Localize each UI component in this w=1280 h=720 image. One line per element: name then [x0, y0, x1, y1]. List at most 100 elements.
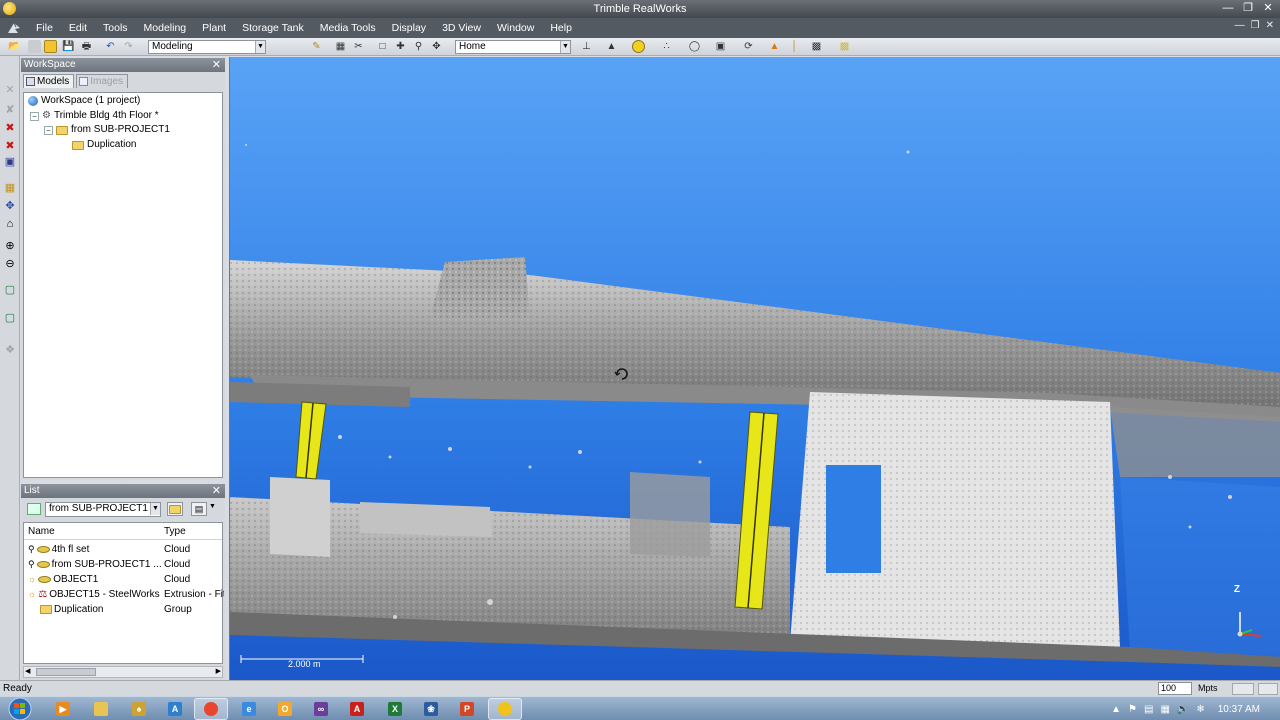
rotate-icon[interactable]: ⟳	[742, 40, 755, 53]
show-hidden-icons[interactable]: ▲	[1111, 704, 1121, 715]
move-icon[interactable]: ✥	[3, 200, 17, 213]
close-icon[interactable]: ✕	[212, 58, 221, 72]
menu-display[interactable]: Display	[384, 18, 434, 38]
network-icon[interactable]: ▦	[1160, 704, 1169, 715]
render-icon[interactable]: ▩	[810, 40, 823, 53]
taskbar-realworks[interactable]	[488, 698, 522, 720]
delete-icon[interactable]: ✖	[3, 122, 17, 135]
taskbar-chrome[interactable]	[194, 698, 228, 720]
color-icon[interactable]: ▩	[838, 40, 851, 53]
hidden-icon[interactable]: ☼	[28, 572, 36, 587]
list-row[interactable]: ⚲ 4th fl set Cloud	[24, 542, 222, 557]
scroll-left-icon[interactable]: ◀	[25, 667, 30, 675]
projection-icon[interactable]: ▲	[605, 40, 618, 53]
resize-grip-icon[interactable]	[1258, 683, 1278, 695]
mdi-restore-button[interactable]: ❐	[1251, 20, 1260, 31]
maximize-button[interactable]: ❐	[1240, 1, 1256, 15]
home-view-icon[interactable]: ⌂	[3, 218, 17, 231]
bluetooth-icon[interactable]: ❄	[1196, 704, 1204, 715]
warning-icon[interactable]: ▲	[768, 40, 781, 53]
print-icon[interactable]: 🖶	[80, 40, 93, 53]
delete-all-icon[interactable]: ✖	[3, 140, 17, 153]
measure-icon[interactable]: ✎	[310, 40, 323, 53]
taskbar-powerpoint[interactable]: P	[450, 698, 484, 720]
segment-icon[interactable]: ▦	[334, 40, 347, 53]
taskbar-explorer[interactable]	[84, 698, 118, 720]
collapse-icon[interactable]: −	[30, 111, 39, 121]
app-logo-icon[interactable]	[0, 18, 28, 38]
mode-select[interactable]: Modeling ▼	[148, 40, 266, 54]
menu-tools[interactable]: Tools	[95, 18, 136, 38]
scroll-right-icon[interactable]: ▶	[216, 667, 221, 675]
list-row[interactable]: ☼ ⚖ OBJECT15 - SteelWorks Extrusion - Fitt	[24, 587, 224, 602]
orbit-icon[interactable]: ◯	[688, 40, 701, 53]
open-icon[interactable]: 📂	[8, 40, 21, 53]
start-button[interactable]	[6, 697, 36, 720]
tree-node-subproject[interactable]: − from SUB-PROJECT1	[44, 123, 170, 137]
taskbar-ie[interactable]: e	[232, 698, 266, 720]
menu-plant[interactable]: Plant	[194, 18, 234, 38]
zoom-region-icon[interactable]: ⚲	[412, 40, 425, 53]
list-row[interactable]: ⚲ from SUB-PROJECT1 ... Cloud	[24, 557, 222, 572]
taskbar-acrobat[interactable]: A	[340, 698, 374, 720]
taskbar-excel[interactable]: X	[378, 698, 412, 720]
menu-media-tools[interactable]: Media Tools	[312, 18, 384, 38]
tab-images[interactable]: Images	[76, 74, 129, 88]
menu-3d-view[interactable]: 3D View	[434, 18, 489, 38]
volume-icon[interactable]: 🔈	[1177, 704, 1189, 715]
list-filter-select[interactable]: from SUB-PROJECT1 ▼	[45, 502, 161, 517]
display-icon[interactable]: ▤	[1144, 704, 1153, 715]
menu-file[interactable]: File	[28, 18, 61, 38]
taskbar-vs[interactable]: ∞	[304, 698, 338, 720]
hidden-icon[interactable]: ☼	[28, 587, 36, 602]
cut-icon[interactable]: ✂	[352, 40, 365, 53]
menu-window[interactable]: Window	[489, 18, 542, 38]
zoom-extents-icon[interactable]: ▣	[3, 156, 17, 169]
taskbar-outlook[interactable]: O	[268, 698, 302, 720]
marker-icon[interactable]: │	[788, 40, 801, 53]
light-icon[interactable]	[632, 40, 645, 53]
box-section-icon[interactable]: ▢	[3, 312, 17, 325]
save-icon[interactable]: 💾	[62, 40, 75, 53]
undo-icon[interactable]: ↶	[104, 40, 117, 53]
column-type-header[interactable]: Type	[164, 526, 186, 537]
points-icon[interactable]: ∴	[660, 40, 673, 53]
pan-icon[interactable]: ✥	[430, 40, 443, 53]
close-icon[interactable]: ✕	[212, 484, 221, 498]
display-icon[interactable]: ▣	[714, 40, 727, 53]
pick-icon[interactable]: ✚	[394, 40, 407, 53]
clock[interactable]: 10:37 AM	[1218, 704, 1260, 715]
list-row[interactable]: Duplication Group	[24, 602, 222, 617]
mdi-close-button[interactable]: ✕	[1266, 20, 1274, 31]
chevron-down-icon[interactable]: ▼	[150, 503, 160, 515]
select-icon[interactable]: ▦	[3, 182, 17, 195]
zoom-in-icon[interactable]: ⊕	[3, 240, 17, 253]
project-icon[interactable]	[44, 40, 57, 53]
chevron-down-icon[interactable]: ▼	[255, 41, 265, 53]
mdi-minimize-button[interactable]: —	[1235, 20, 1245, 31]
tree-node-duplication[interactable]: Duplication	[72, 138, 136, 152]
visibility-icon[interactable]: ⚲	[28, 542, 35, 557]
taskbar-media-player[interactable]: ▶	[46, 698, 80, 720]
points-budget-input[interactable]: 100	[1158, 682, 1192, 695]
list-folder-button[interactable]	[167, 502, 183, 516]
taskbar-app[interactable]: ♠	[122, 698, 156, 720]
zoom-out-icon[interactable]: ⊖	[3, 258, 17, 271]
taskbar-autocad[interactable]: A	[158, 698, 192, 720]
minimize-button[interactable]: —	[1220, 1, 1236, 15]
list-view-button[interactable]: ▤	[191, 502, 207, 516]
menu-edit[interactable]: Edit	[61, 18, 95, 38]
menu-modeling[interactable]: Modeling	[136, 18, 195, 38]
tab-models[interactable]: Models	[23, 74, 75, 88]
list-row[interactable]: ☼ OBJECT1 Cloud	[24, 572, 222, 587]
collapse-icon[interactable]: −	[44, 125, 53, 135]
scrollbar-thumb[interactable]	[36, 668, 96, 676]
visibility-icon[interactable]: ⚲	[28, 557, 35, 572]
menu-storage-tank[interactable]: Storage Tank	[234, 18, 312, 38]
close-button[interactable]: ✕	[1260, 1, 1276, 15]
taskbar-app2[interactable]: ❀	[414, 698, 448, 720]
3d-view[interactable]: 2.000 m Z	[229, 57, 1280, 680]
flag-icon[interactable]: ⚑	[1128, 704, 1137, 715]
box-view-icon[interactable]: ▢	[3, 284, 17, 297]
list-horizontal-scrollbar[interactable]: ◀ ▶	[23, 666, 223, 678]
